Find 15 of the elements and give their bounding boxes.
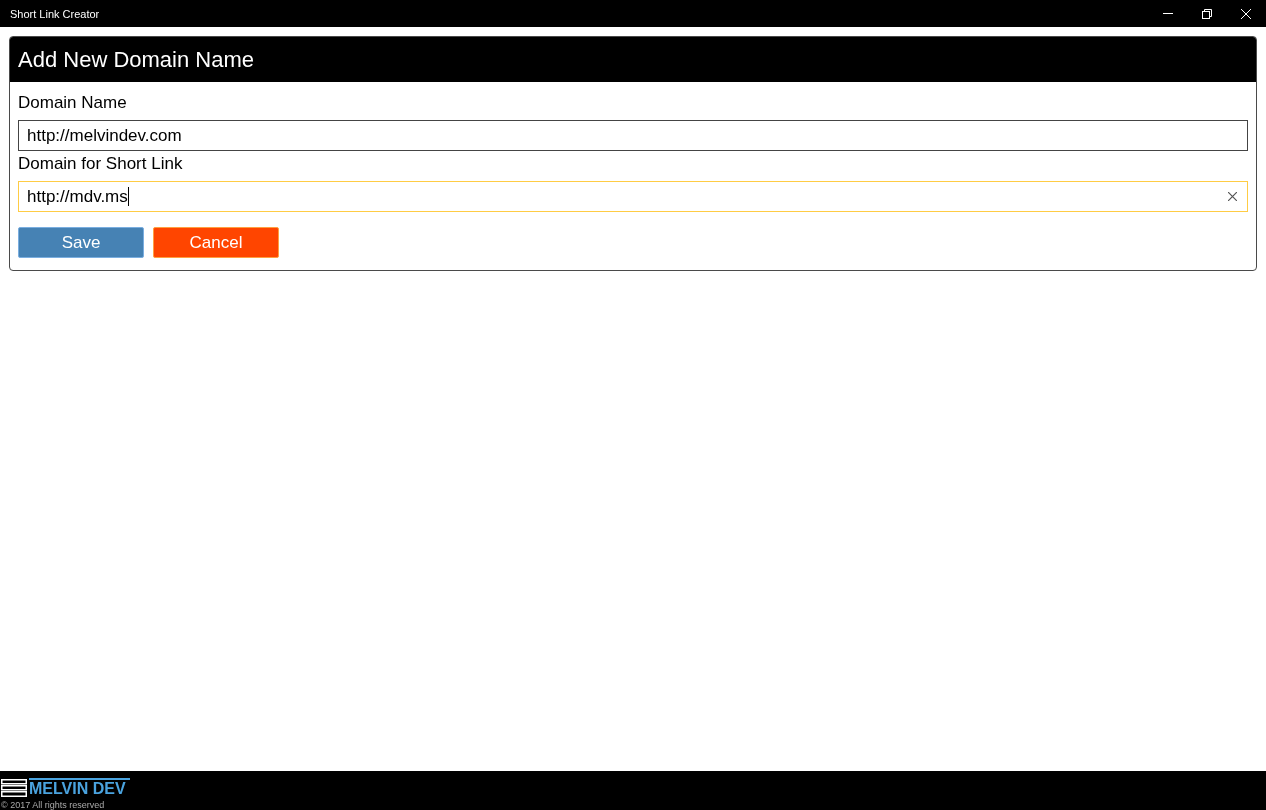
input-field[interactable]: http://melvindev.com xyxy=(18,120,1248,151)
brand-name: MELVIN DEV xyxy=(29,778,130,798)
input-field[interactable]: http://mdv.ms xyxy=(18,181,1248,212)
restore-icon xyxy=(1201,8,1212,19)
field-label: Domain for Short Link xyxy=(18,153,183,175)
minimize-icon xyxy=(1162,13,1173,14)
window-title: Short Link Creator xyxy=(10,7,100,20)
save-button[interactable]: Save xyxy=(18,227,144,258)
stacked-bars-icon xyxy=(1,779,27,797)
dialog-title: Add New Domain Name xyxy=(18,46,254,73)
field-label: Domain Name xyxy=(18,92,127,114)
copyright-text: © 2017 All rights reserved xyxy=(0,800,106,810)
clear-icon[interactable] xyxy=(1228,192,1237,201)
close-icon xyxy=(1240,8,1251,19)
text-cursor xyxy=(127,187,129,206)
